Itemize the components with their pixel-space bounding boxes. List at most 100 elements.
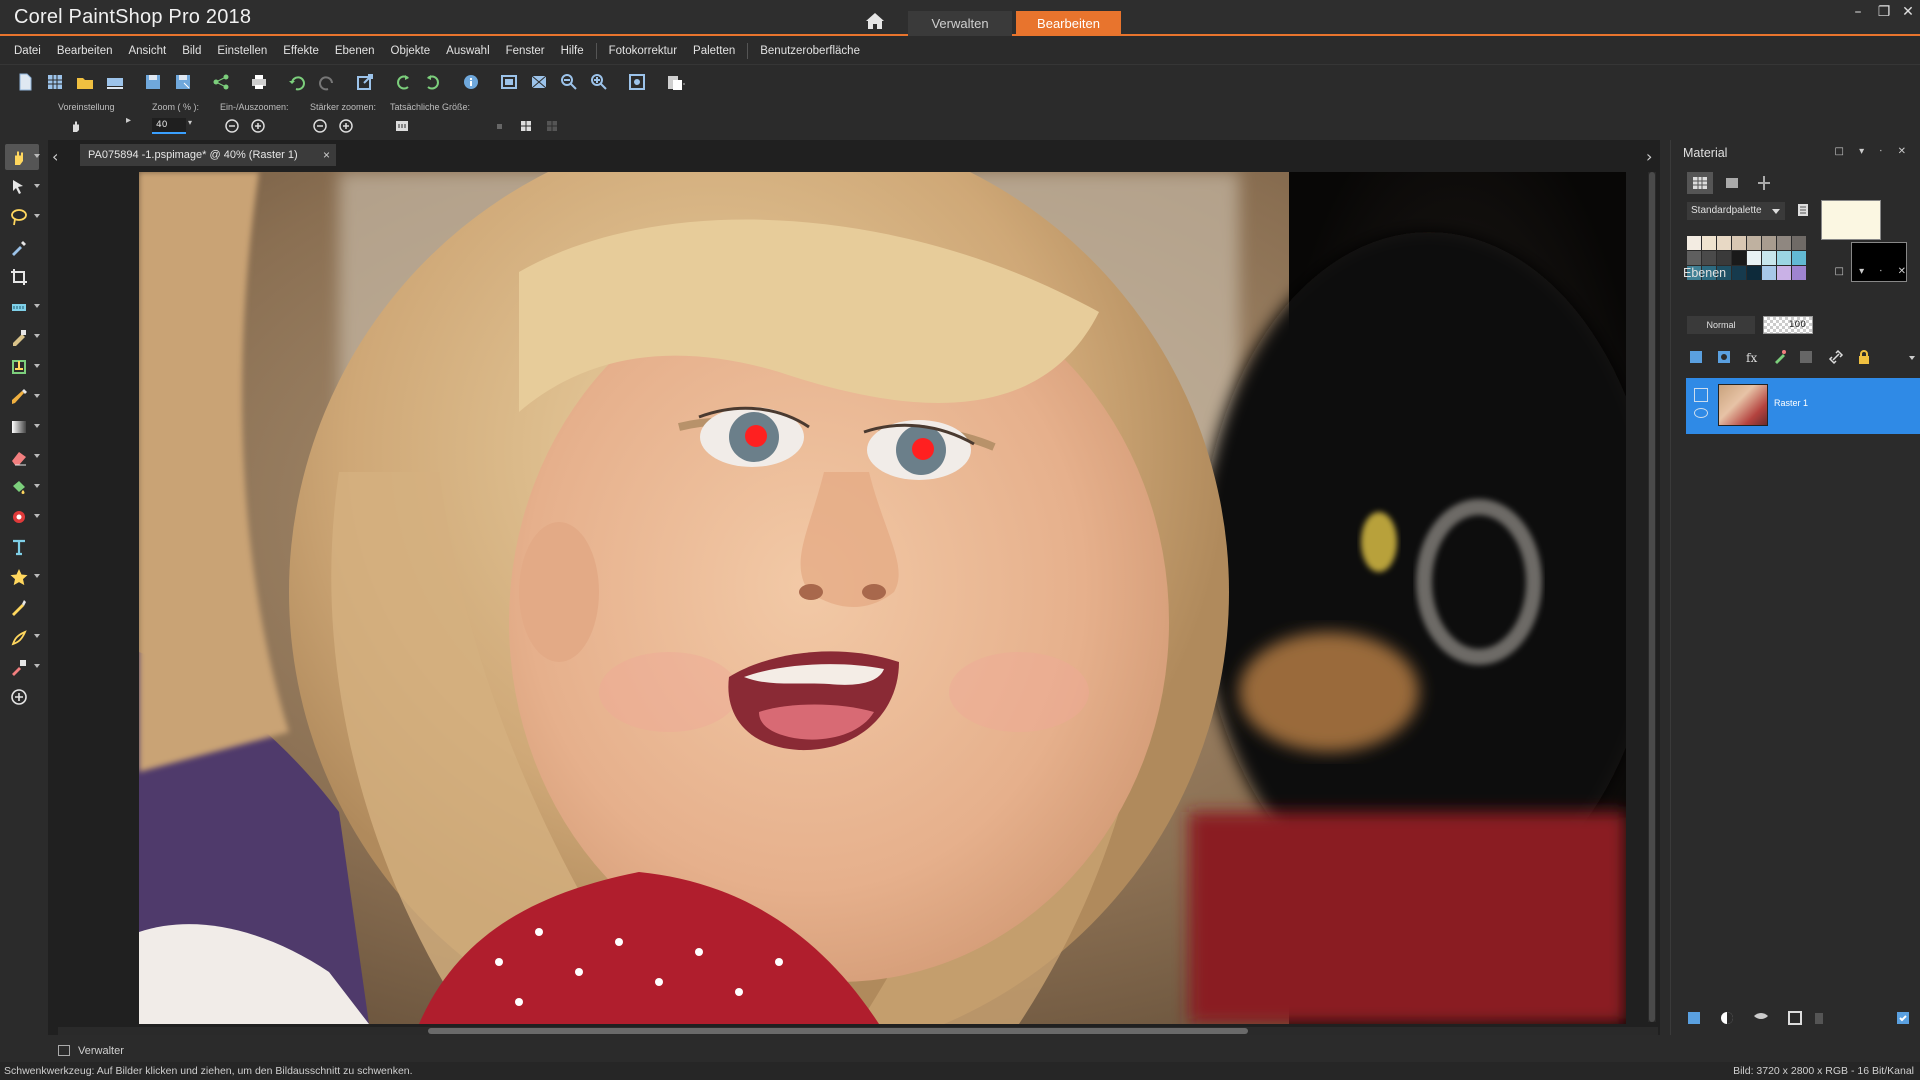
rotate-left-icon[interactable] [392, 71, 414, 93]
pan-tool[interactable] [5, 144, 40, 170]
redo-icon[interactable] [316, 71, 338, 93]
share-icon[interactable] [210, 71, 232, 93]
color-swatch[interactable] [1732, 251, 1746, 265]
link-layer-icon[interactable] [1827, 348, 1845, 366]
new-raster-layer-icon[interactable] [1685, 1008, 1705, 1028]
lasso-tool[interactable] [5, 204, 40, 230]
tab-bearbeiten[interactable]: Bearbeiten [1016, 11, 1121, 36]
restore-button[interactable]: ❐ [1872, 2, 1896, 22]
new-mask-icon[interactable] [1715, 348, 1733, 366]
scanner-icon[interactable] [104, 71, 126, 93]
layer-type-icon[interactable] [1694, 388, 1708, 402]
organizer-tab[interactable]: Verwalter [54, 1042, 154, 1060]
new-layer-icon[interactable] [1687, 348, 1705, 366]
undo-icon[interactable] [286, 71, 308, 93]
red-eye-tool[interactable] [5, 504, 40, 530]
preset-shape-tool[interactable] [5, 564, 40, 590]
layer-settings-icon[interactable] [1893, 1008, 1913, 1028]
home-button[interactable] [860, 10, 890, 32]
layer-menu-icon[interactable] [1903, 348, 1920, 366]
color-swatch[interactable] [1687, 251, 1701, 265]
save-as-icon[interactable] [172, 71, 194, 93]
color-swatch[interactable] [1762, 236, 1776, 250]
gradient-tool[interactable] [5, 414, 40, 440]
menu-paletten[interactable]: Paletten [693, 45, 735, 57]
palette-select[interactable]: Standardpalette [1687, 202, 1785, 220]
layer-row[interactable]: Raster 1 [1686, 378, 1920, 434]
palette-menu-icon[interactable] [1795, 202, 1811, 218]
color-swatch[interactable] [1732, 266, 1746, 280]
adjustment-layer-icon[interactable]: fx [1743, 348, 1761, 366]
palette-tab-icon[interactable] [1687, 172, 1713, 194]
group-layer-icon[interactable] [1751, 1008, 1771, 1028]
tab-verwalten[interactable]: Verwalten [908, 11, 1012, 36]
minimize-button[interactable]: – [1846, 2, 1870, 22]
preset-dropdown[interactable] [68, 118, 84, 134]
color-swatch[interactable] [1777, 266, 1791, 280]
vertical-scroll-thumb[interactable] [1649, 172, 1655, 1022]
menu-benutzeroberflaeche[interactable]: Benutzeroberfläche [760, 45, 860, 57]
color-swatch[interactable] [1747, 266, 1761, 280]
menu-bild[interactable]: Bild [182, 45, 201, 57]
color-swatch[interactable] [1747, 236, 1761, 250]
text-tool[interactable] [5, 534, 39, 560]
menu-ansicht[interactable]: Ansicht [128, 45, 166, 57]
color-swatch[interactable] [1762, 251, 1776, 265]
color-swatch[interactable] [1777, 251, 1791, 265]
crop-tool[interactable] [5, 264, 39, 290]
color-swatch[interactable] [1792, 266, 1806, 280]
color-swatch[interactable] [1732, 236, 1746, 250]
color-swatch[interactable] [1762, 266, 1776, 280]
fit-window-icon[interactable] [498, 71, 520, 93]
close-window-button[interactable]: ✕ [1896, 2, 1920, 22]
vertical-scrollbar[interactable] [1648, 172, 1656, 1022]
layers-panel-controls[interactable]: □ ▾ ⋅ ✕ [1834, 266, 1912, 277]
new-file-icon[interactable] [14, 71, 36, 93]
horizontal-scroll-thumb[interactable] [428, 1028, 1248, 1034]
info-icon[interactable] [460, 71, 482, 93]
mixer-tab-icon[interactable] [1751, 172, 1777, 194]
color-swatch[interactable] [1747, 251, 1761, 265]
menu-bearbeiten[interactable]: Bearbeiten [57, 45, 113, 57]
clone-brush-tool[interactable] [5, 324, 40, 350]
layer-properties-icon[interactable] [1797, 348, 1815, 366]
zoom-more-in-button[interactable] [338, 118, 354, 134]
option-grid-disabled-icon[interactable] [544, 118, 560, 134]
horizontal-scrollbar[interactable] [58, 1027, 1658, 1035]
zoom-in-icon[interactable] [588, 71, 610, 93]
color-swatch[interactable] [1777, 236, 1791, 250]
zoom-actual-icon[interactable] [626, 71, 648, 93]
retouch-tool[interactable] [5, 624, 40, 650]
layer-visibility-eye-icon[interactable] [1694, 408, 1708, 418]
menu-effekte[interactable]: Effekte [283, 45, 319, 57]
tab-scroll-right-icon[interactable]: › [1646, 147, 1652, 166]
fit-image-icon[interactable] [528, 71, 550, 93]
color-swatch[interactable] [1792, 236, 1806, 250]
color-swatch[interactable] [1717, 236, 1731, 250]
print-icon[interactable] [248, 71, 270, 93]
layer-opacity-field[interactable]: 100 [1763, 316, 1813, 334]
option-grid-icon[interactable] [518, 118, 534, 134]
document-tab[interactable]: PA075894 -1.pspimage* @ 40% (Raster 1) × [80, 144, 336, 166]
actual-size-button[interactable] [394, 118, 410, 134]
makeover-tool[interactable] [5, 354, 40, 380]
menu-einstellen[interactable]: Einstellen [217, 45, 267, 57]
delete-layer-icon[interactable] [1809, 1008, 1829, 1028]
layer-effects-icon[interactable] [1771, 348, 1789, 366]
menu-datei[interactable]: Datei [14, 45, 41, 57]
color-swatch[interactable] [1792, 251, 1806, 265]
zoom-more-out-button[interactable] [312, 118, 328, 134]
tab-scroll-left-icon[interactable]: ‹ [52, 147, 58, 166]
menu-fenster[interactable]: Fenster [506, 45, 545, 57]
foreground-color-swatch[interactable] [1821, 200, 1881, 240]
color-swatch[interactable] [1702, 251, 1716, 265]
open-folder-icon[interactable] [74, 71, 96, 93]
zoom-spinner[interactable]: ▾ [188, 118, 198, 134]
eraser-tool[interactable] [5, 444, 40, 470]
merge-layer-icon[interactable] [1785, 1008, 1805, 1028]
straighten-tool[interactable] [5, 294, 40, 320]
pen-tool[interactable] [5, 594, 39, 620]
menu-objekte[interactable]: Objekte [391, 45, 431, 57]
zoom-out-button[interactable] [224, 118, 240, 134]
paste-icon[interactable] [664, 71, 686, 93]
